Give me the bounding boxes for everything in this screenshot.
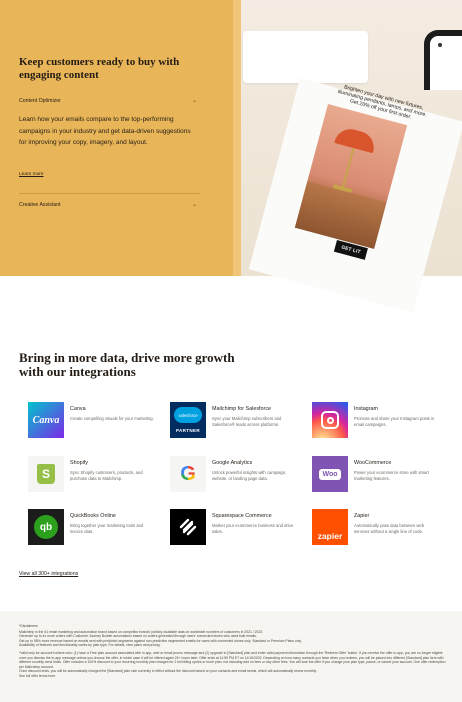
divider — [19, 193, 200, 194]
integration-name: Zapier — [354, 513, 370, 519]
offer-terms-link[interactable]: See full offer terms here. — [19, 674, 447, 679]
integration-card-instagram[interactable]: Instagram Promote and share your Instagr… — [312, 402, 446, 442]
integration-name: Mailchimp for Salesforce — [212, 406, 272, 412]
chevron-down-icon: ⌄ — [191, 202, 197, 208]
quickbooks-logo: qb — [28, 509, 64, 545]
disclaimer-text: *Disclaimers Mailchimp is the #1 email m… — [19, 624, 447, 679]
integration-card-zapier[interactable]: zapier Zapier Automatically pass data be… — [312, 509, 446, 549]
integration-desc: Sync Shopify customers, products, and pu… — [70, 470, 143, 481]
accordion-label: Content Optimizer — [19, 97, 61, 104]
lamp-shade — [334, 125, 378, 154]
zapier-logo: zapier — [312, 509, 348, 545]
canva-logo: Canva — [28, 402, 64, 438]
integration-desc: Unlock powerful insights with campaign, … — [212, 470, 287, 481]
salesforce-logo: salesforce PARTNER — [170, 402, 206, 438]
integration-card-shopify[interactable]: S Shopify Sync Shopify customers, produc… — [28, 456, 162, 496]
integration-card-woocommerce[interactable]: Woo WooCommerce Power your ecommerce sto… — [312, 456, 446, 496]
mock-card — [243, 31, 368, 83]
accordion-label: Creative Assistant — [19, 201, 61, 208]
disclaimer-line: Availability of features and functionali… — [19, 643, 161, 648]
integration-card-quickbooks[interactable]: qb QuickBooks Online Bring together your… — [28, 509, 162, 549]
chevron-down-icon: ⌄ — [191, 98, 197, 104]
integration-name: QuickBooks Online — [70, 513, 116, 519]
disclaimer-line: *Valid only for account holders who: (1)… — [19, 650, 446, 669]
integration-desc: Automatically pass data between web serv… — [354, 523, 425, 534]
hero-title: Keep customers ready to buy with engagin… — [19, 56, 180, 81]
integration-desc: Bring together your marketing tools and … — [70, 523, 144, 534]
integration-desc: Sync your Mailchimp subscribers and Sale… — [212, 416, 282, 427]
image-border — [233, 0, 241, 276]
integration-name: Canva — [70, 406, 86, 412]
camera-icon — [438, 43, 442, 47]
instagram-icon — [312, 402, 348, 438]
accordion-body: Learn how your emails compare to the top… — [19, 116, 191, 146]
view-all-integrations-link[interactable]: View all 300+ integrations — [19, 571, 78, 577]
integration-desc: Power your ecommerce store with smart ma… — [354, 470, 429, 481]
integrations-title: Bring in more data, drive more growth wi… — [19, 350, 235, 379]
accordion-content-optimizer[interactable]: Content Optimizer ⌄ — [19, 97, 197, 105]
integration-desc: Promote and share your Instagram posts i… — [354, 416, 435, 427]
integration-card-canva[interactable]: Canva Canva Create compelling visuals fo… — [28, 402, 162, 442]
integration-card-squarespace[interactable]: Squarespace Commerce Market your ecommer… — [170, 509, 304, 549]
disclaimer-line: *Disclaimers — [19, 624, 38, 628]
integration-desc: Market your ecommerce business and drive… — [212, 523, 294, 534]
learn-more-link[interactable]: Learn more — [19, 172, 44, 177]
integration-name: Instagram — [354, 406, 378, 412]
phone-mockup — [424, 30, 462, 90]
integration-card-google-analytics[interactable]: G Google Analytics Unlock powerful insig… — [170, 456, 304, 496]
shopify-logo: S — [28, 456, 64, 492]
integration-name: Squarespace Commerce — [212, 513, 272, 519]
google-logo: G — [170, 456, 206, 492]
woocommerce-logo: Woo — [312, 456, 348, 492]
integration-name: Shopify — [70, 460, 88, 466]
integration-card-salesforce[interactable]: salesforce PARTNER Mailchimp for Salesfo… — [170, 402, 304, 442]
integration-name: Google Analytics — [212, 460, 253, 466]
accordion-creative-assistant[interactable]: Creative Assistant ⌄ — [19, 201, 197, 209]
integration-name: WooCommerce — [354, 460, 392, 466]
integration-desc: Create compelling visuals for your marke… — [70, 416, 154, 421]
squarespace-logo — [170, 509, 206, 545]
